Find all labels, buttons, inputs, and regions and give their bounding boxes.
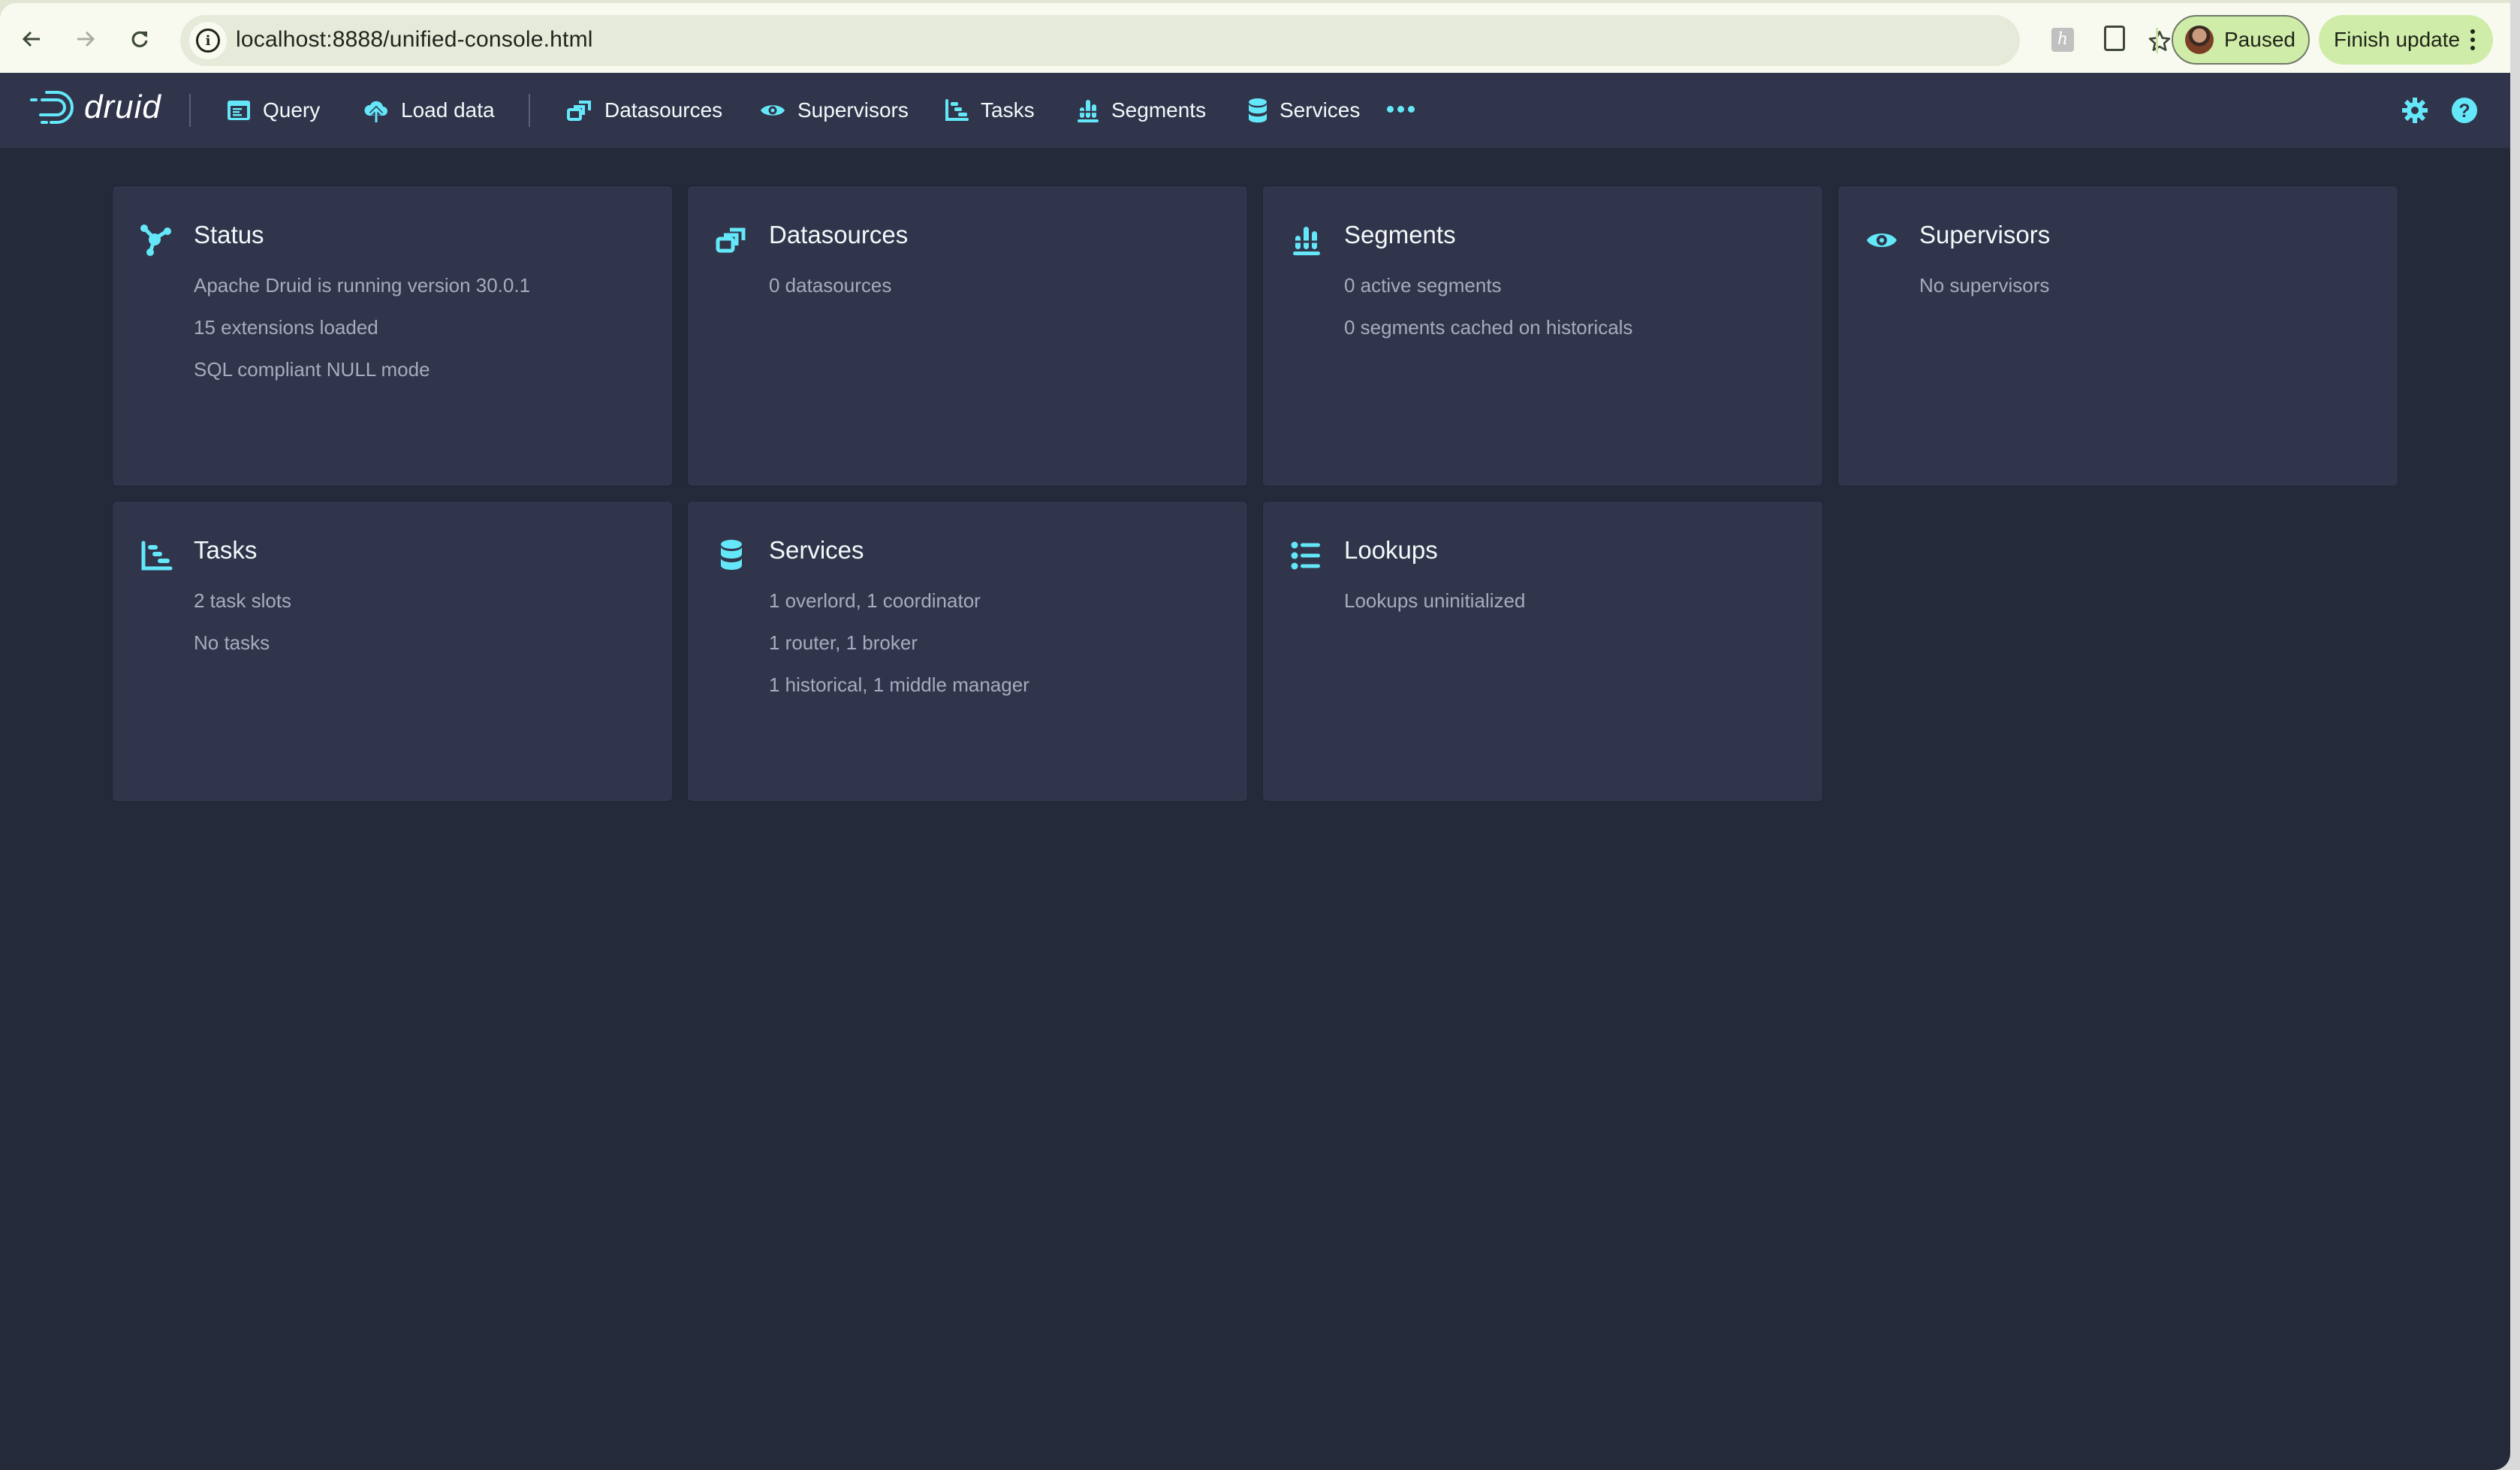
nav-services-label: Services [1280,98,1361,122]
help-icon: ? [2452,98,2477,123]
graph-icon [140,224,173,257]
card-line: No tasks [194,631,270,654]
nav-datasources[interactable]: Datasources [567,92,722,128]
multi-select-icon [567,101,591,121]
finish-update-button[interactable]: Finish update [2319,15,2493,65]
extensions-button[interactable] [2104,26,2125,51]
nav-tasks[interactable]: Tasks [945,92,1035,128]
properties-icon [1290,539,1323,572]
druid-header: druid Query Load data Datasources Superv… [0,73,2510,148]
card-line: 0 active segments [1344,274,1502,297]
nav-services[interactable]: Services [1248,92,1360,128]
card-line: 15 extensions loaded [194,316,378,339]
browser-toolbar-inner: i localhost:8888/unified-console.html h … [0,3,2510,73]
card-line: 1 historical, 1 middle manager [769,673,1029,696]
nav-supervisors-label: Supervisors [797,98,909,122]
card-line: 1 overlord, 1 coordinator [769,589,981,612]
card-title: Status [194,221,264,249]
nav-segments[interactable]: Segments [1077,92,1206,128]
address-bar[interactable]: i localhost:8888/unified-console.html [180,15,2171,66]
card-line: 0 segments cached on historicals [1344,316,1633,339]
bookmark-button[interactable] [2148,29,2172,60]
card-segments[interactable]: Segments 0 active segments 0 segments ca… [1263,186,1822,486]
extension-h-button[interactable]: h [2051,28,2074,52]
card-line: SQL compliant NULL mode [194,358,430,381]
druid-logo-icon [30,91,74,124]
cloud-upload-icon [364,101,387,122]
kebab-menu-icon [2470,29,2476,50]
toolbar-divider [2156,28,2158,53]
card-status[interactable]: Status Apache Druid is running version 3… [113,186,672,486]
forward-button[interactable] [71,24,101,54]
gantt-chart-icon [140,539,173,572]
info-icon: i [196,29,220,53]
card-datasources[interactable]: Datasources 0 datasources [688,186,1247,486]
settings-button[interactable] [2401,97,2428,128]
site-info-button[interactable]: i [189,22,227,59]
svg-text:?: ? [2458,101,2470,122]
help-button[interactable]: ? [2451,97,2478,128]
card-title: Supervisors [1919,221,2051,249]
eye-icon [1865,224,1898,257]
arrow-right-icon [77,31,95,47]
star-icon [2148,31,2171,51]
database-icon [715,539,748,572]
back-button[interactable] [17,24,47,54]
card-line: Lookups uninitialized [1344,589,1526,612]
card-line: No supervisors [1919,274,2050,297]
cog-icon [2402,98,2428,123]
stacked-chart-icon [1078,100,1099,122]
profile-status: Paused [2224,28,2295,51]
card-tasks[interactable]: Tasks 2 task slots No tasks [113,502,672,801]
multi-select-icon [715,224,748,257]
nav-load-data[interactable]: Load data [363,92,495,128]
url-text[interactable]: localhost:8888/unified-console.html [236,27,593,53]
card-title: Services [769,536,864,564]
card-supervisors[interactable]: Supervisors No supervisors [1838,186,2398,486]
browser-toolbar: i localhost:8888/unified-console.html h … [0,0,2510,73]
card-line: 1 router, 1 broker [769,631,918,654]
eye-icon [761,105,785,116]
card-title: Lookups [1344,536,1438,564]
druid-logo[interactable]: druid [29,88,161,127]
nav-supervisors[interactable]: Supervisors [760,92,909,128]
nav-load-data-label: Load data [401,98,495,122]
card-lookups[interactable]: Lookups Lookups uninitialized [1263,502,1822,801]
profile-button[interactable]: Paused [2172,15,2310,65]
finish-update-label: Finish update [2334,28,2461,51]
more-button[interactable] [1387,106,1415,113]
more-icon [1387,106,1394,113]
nav-segments-label: Segments [1111,98,1207,122]
card-title: Datasources [769,221,909,249]
stacked-chart-icon [1290,224,1323,257]
database-icon [1249,98,1267,123]
browser-window: i localhost:8888/unified-console.html h … [0,0,2510,1470]
application-icon [228,101,250,120]
nav-divider [529,94,530,127]
arrow-left-icon [22,31,40,47]
avatar [2185,26,2214,54]
reload-icon [131,31,148,47]
nav-datasources-label: Datasources [604,98,723,122]
nav-tasks-label: Tasks [981,98,1035,122]
nav-query-label: Query [263,98,321,122]
nav-divider [189,94,191,127]
card-line: 0 datasources [769,274,892,297]
nav-query[interactable]: Query [227,92,320,128]
card-line: 2 task slots [194,589,292,612]
druid-logo-text: druid [84,89,161,125]
card-title: Tasks [194,536,258,564]
reload-button[interactable] [125,24,155,54]
card-title: Segments [1344,221,1456,249]
card-line: Apache Druid is running version 30.0.1 [194,274,531,297]
card-services[interactable]: Services 1 overlord, 1 coordinator 1 rou… [688,502,1247,801]
gantt-chart-icon [945,99,969,121]
